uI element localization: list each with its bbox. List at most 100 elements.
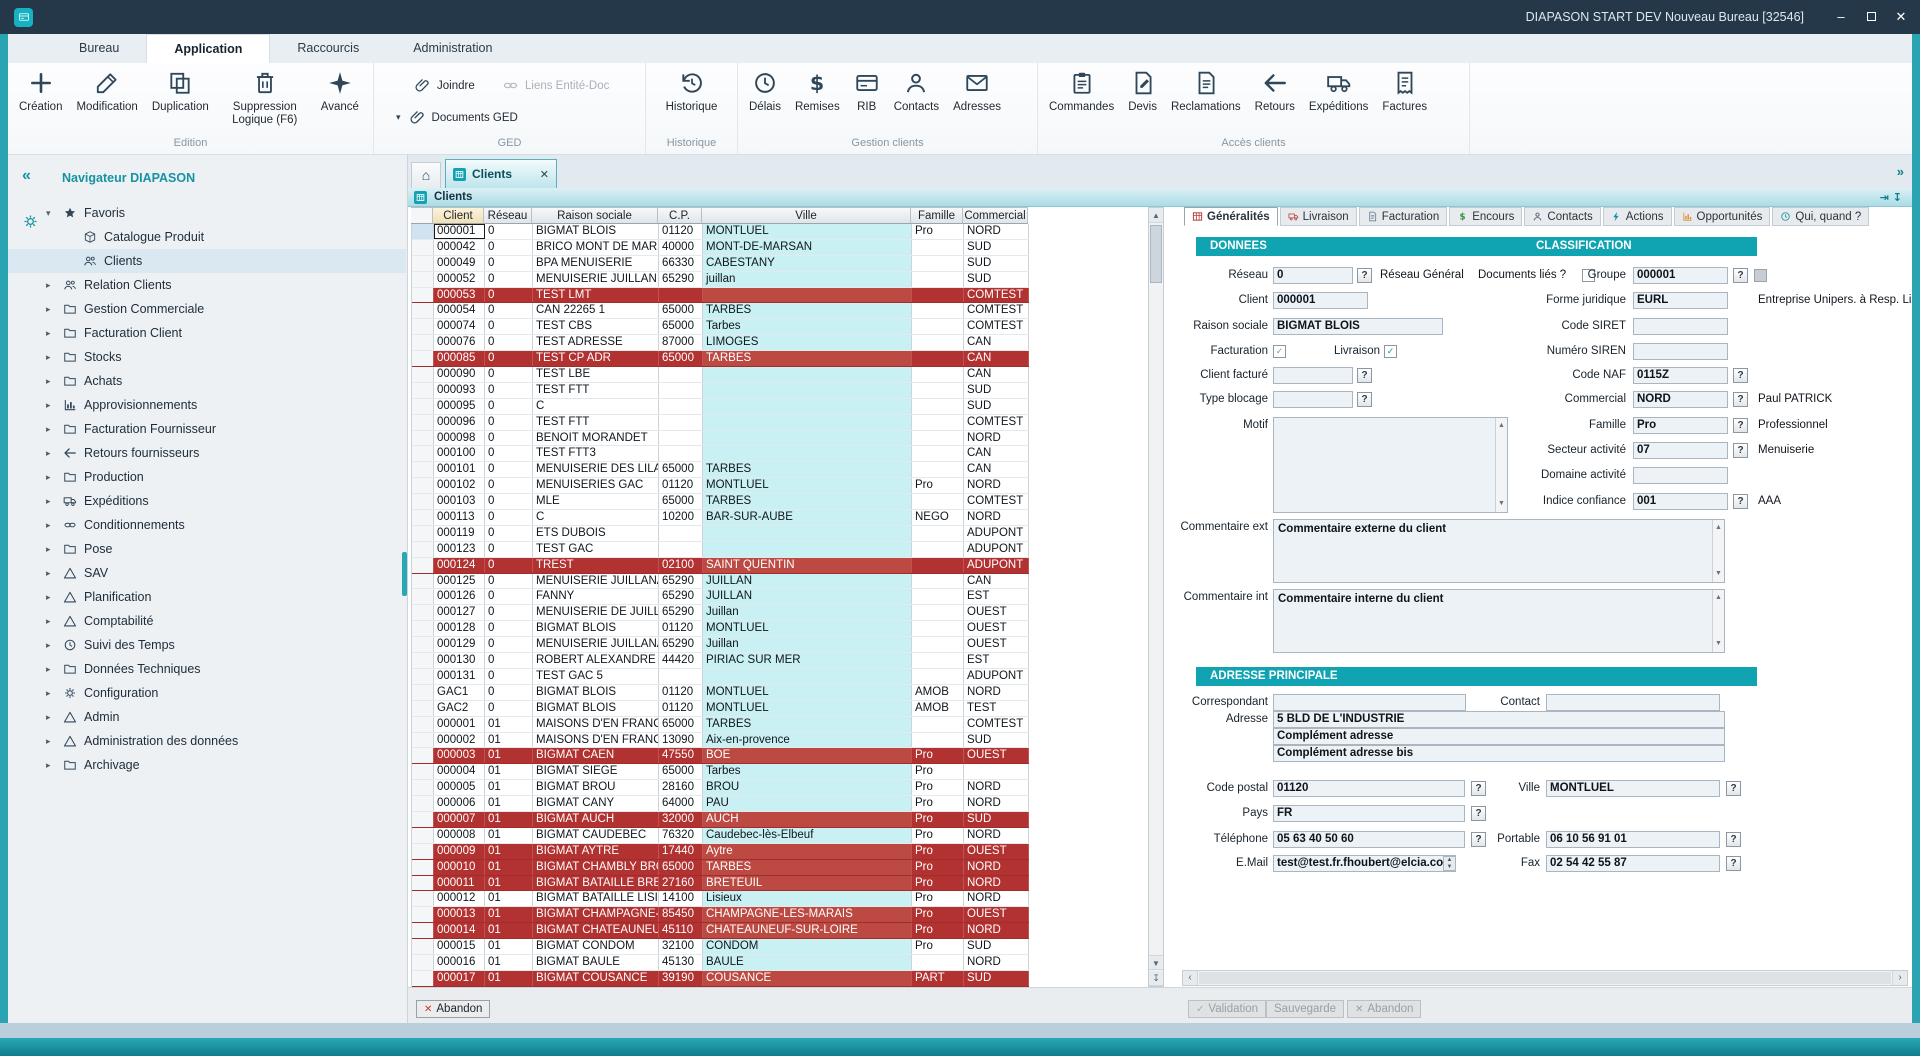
- cell-selector[interactable]: [412, 796, 434, 811]
- scroll-to-end-button[interactable]: ↧: [1149, 971, 1163, 986]
- cell-selector[interactable]: [412, 256, 434, 271]
- cell-selector[interactable]: [412, 351, 434, 366]
- more-tabs-icon[interactable]: »: [1897, 164, 1904, 179]
- adresse-line2-field[interactable]: Complément adresse: [1273, 728, 1725, 745]
- table-row[interactable]: 000076 0 TEST ADRESSE 87000 LIMOGES CAN: [412, 335, 1029, 351]
- column-header[interactable]: Raison sociale: [532, 207, 658, 224]
- sidebar-item[interactable]: ▸ Suivi des Temps: [8, 633, 406, 657]
- sidebar-item[interactable]: ▸ Facturation Fournisseur: [8, 417, 406, 441]
- close-button[interactable]: ✕: [1886, 0, 1916, 34]
- tree-chevron-icon[interactable]: ▸: [46, 760, 62, 771]
- chevron-down-icon[interactable]: ▾: [396, 112, 401, 123]
- tree-chevron-icon[interactable]: ▸: [46, 592, 62, 603]
- cell-selector[interactable]: [412, 589, 434, 604]
- table-row[interactable]: 000005 01 BIGMAT BROU 28160 BROU Pro NOR…: [412, 780, 1029, 796]
- table-row[interactable]: 000042 0 BRICO MONT DE MARSA 40000 MONT-…: [412, 240, 1029, 256]
- sidebar-item[interactable]: ▸ Expéditions: [8, 489, 406, 513]
- detail-tab[interactable]: Généralités: [1184, 207, 1278, 226]
- home-tab[interactable]: ⌂: [411, 162, 441, 188]
- table-row[interactable]: 000009 01 BIGMAT AYTRE 17440 Aytre Pro O…: [412, 844, 1029, 860]
- detail-tab[interactable]: Actions: [1603, 207, 1672, 226]
- commercial-field[interactable]: NORD: [1633, 391, 1728, 408]
- cell-selector[interactable]: [412, 907, 434, 922]
- tree-chevron-icon[interactable]: ▸: [46, 400, 62, 411]
- table-row[interactable]: 000098 0 BENOIT MORANDET NORD: [412, 431, 1029, 447]
- cell-selector[interactable]: [412, 828, 434, 843]
- email-field[interactable]: test@test.fr.fhoubert@elcia.co: [1273, 855, 1456, 872]
- secteur-help-button[interactable]: ?: [1733, 443, 1748, 458]
- email-spinner[interactable]: ▲▼: [1443, 856, 1456, 871]
- cell-selector[interactable]: [412, 780, 434, 795]
- commandes-button[interactable]: Commandes: [1042, 68, 1121, 114]
- cell-selector[interactable]: [412, 335, 434, 350]
- detail-tab[interactable]: Qui, quand ?: [1772, 207, 1869, 226]
- sidebar-item[interactable]: ▸ Retours fournisseurs: [8, 441, 406, 465]
- tree-chevron-icon[interactable]: ▸: [46, 664, 62, 675]
- livraison-checkbox[interactable]: ✓: [1384, 345, 1397, 358]
- commercial-help-button[interactable]: ?: [1733, 392, 1748, 407]
- groupe-help-button[interactable]: ?: [1733, 268, 1748, 283]
- scrollbar-thumb[interactable]: [1199, 972, 1891, 984]
- motif-scrollbar[interactable]: ▲▼: [1495, 418, 1507, 512]
- code-postal-field[interactable]: 01120: [1273, 780, 1465, 797]
- ville-field[interactable]: MONTLUEL: [1546, 780, 1720, 797]
- telephone-field[interactable]: 05 63 40 50 60: [1273, 831, 1465, 848]
- abandon-button[interactable]: ✕Abandon: [416, 1000, 490, 1018]
- panel-horizontal-scrollbar[interactable]: ‹ ›: [1182, 970, 1908, 986]
- sidebar-item[interactable]: ▸ Conditionnements: [8, 513, 406, 537]
- scroll-right-arrow[interactable]: ›: [1892, 971, 1907, 985]
- table-row[interactable]: 000129 0 MENUISERIE JUILLANAIS 65290 Jui…: [412, 637, 1029, 653]
- table-row[interactable]: 000113 0 C 10200 BAR-SUR-AUBE NEGO NORD: [412, 510, 1029, 526]
- table-row[interactable]: 000017 01 BIGMAT COUSANCE 39190 COUSANCE…: [412, 971, 1029, 987]
- close-tab-icon[interactable]: ✕: [540, 168, 549, 181]
- factures-button[interactable]: Factures: [1375, 68, 1434, 114]
- indice-help-button[interactable]: ?: [1733, 494, 1748, 509]
- cell-selector[interactable]: [412, 542, 434, 557]
- commentaire-ext-field[interactable]: Commentaire externe du client ▲▼: [1273, 519, 1725, 583]
- commentaire-ext-scrollbar[interactable]: ▲▼: [1712, 520, 1724, 582]
- cell-selector[interactable]: [412, 621, 434, 636]
- table-row[interactable]: 000012 01 BIGMAT BATAILLE LISIE 14100 Li…: [412, 891, 1029, 907]
- documents-ged-button[interactable]: ▾Documents GED: [396, 109, 518, 126]
- client-facture-field[interactable]: [1273, 367, 1353, 384]
- code-siret-field[interactable]: [1633, 318, 1728, 335]
- cell-selector[interactable]: [412, 653, 434, 668]
- cell-selector[interactable]: [412, 876, 434, 891]
- cell-selector[interactable]: [412, 764, 434, 779]
- table-row[interactable]: GAC1 0 BIGMAT BLOIS 01120 MONTLUEL AMOB …: [412, 685, 1029, 701]
- table-row[interactable]: 000102 0 MENUISERIES GAC 01120 MONTLUEL …: [412, 478, 1029, 494]
- detail-tab[interactable]: Livraison: [1280, 207, 1357, 226]
- adresse-line1-field[interactable]: 5 BLD DE L'INDUSTRIE: [1273, 711, 1725, 728]
- delais-button[interactable]: Délais: [742, 68, 788, 114]
- creation-button[interactable]: Création: [12, 68, 69, 114]
- cell-selector[interactable]: [412, 240, 434, 255]
- table-row[interactable]: 000007 01 BIGMAT AUCH 32000 AUCH Pro SUD: [412, 812, 1029, 828]
- cell-selector[interactable]: [412, 558, 434, 573]
- pays-field[interactable]: FR: [1273, 805, 1465, 822]
- cell-selector[interactable]: [412, 605, 434, 620]
- detail-tab[interactable]: Contacts: [1524, 207, 1600, 226]
- table-row[interactable]: 000074 0 TEST CBS 65000 Tarbes COMTEST: [412, 319, 1029, 335]
- table-row[interactable]: 000093 0 TEST FTT SUD: [412, 383, 1029, 399]
- ville-help-button[interactable]: ?: [1726, 781, 1741, 796]
- table-row[interactable]: 000128 0 BIGMAT BLOIS 01120 MONTLUEL OUE…: [412, 621, 1029, 637]
- detail-tab[interactable]: Opportunités: [1674, 207, 1771, 226]
- tree-chevron-icon[interactable]: ▸: [46, 328, 62, 339]
- cell-selector[interactable]: [412, 812, 434, 827]
- table-row[interactable]: 000125 0 MENUISERIE JUILLANAIS 65290 JUI…: [412, 574, 1029, 590]
- famille-help-button[interactable]: ?: [1733, 418, 1748, 433]
- sidebar-item[interactable]: ▸ Administration des données: [8, 729, 406, 753]
- reseau-help-button[interactable]: ?: [1357, 268, 1372, 283]
- cell-selector[interactable]: [412, 860, 434, 875]
- cell-selector[interactable]: [412, 431, 434, 446]
- cell-selector[interactable]: [412, 288, 434, 303]
- table-row[interactable]: 000052 0 MENUISERIE JUILLAN 65290 juilla…: [412, 272, 1029, 288]
- cell-selector[interactable]: [412, 272, 434, 287]
- rib-button[interactable]: RIB: [847, 68, 887, 114]
- table-row[interactable]: 000014 01 BIGMAT CHATEAUNEUF 45110 CHATE…: [412, 923, 1029, 939]
- cell-selector[interactable]: [412, 669, 434, 684]
- table-row[interactable]: 000101 0 MENUISERIE DES LILAS 65000 TARB…: [412, 462, 1029, 478]
- scroll-down-arrow[interactable]: ▼: [1149, 955, 1163, 970]
- domaine-field[interactable]: [1633, 467, 1728, 484]
- cell-selector[interactable]: [412, 574, 434, 589]
